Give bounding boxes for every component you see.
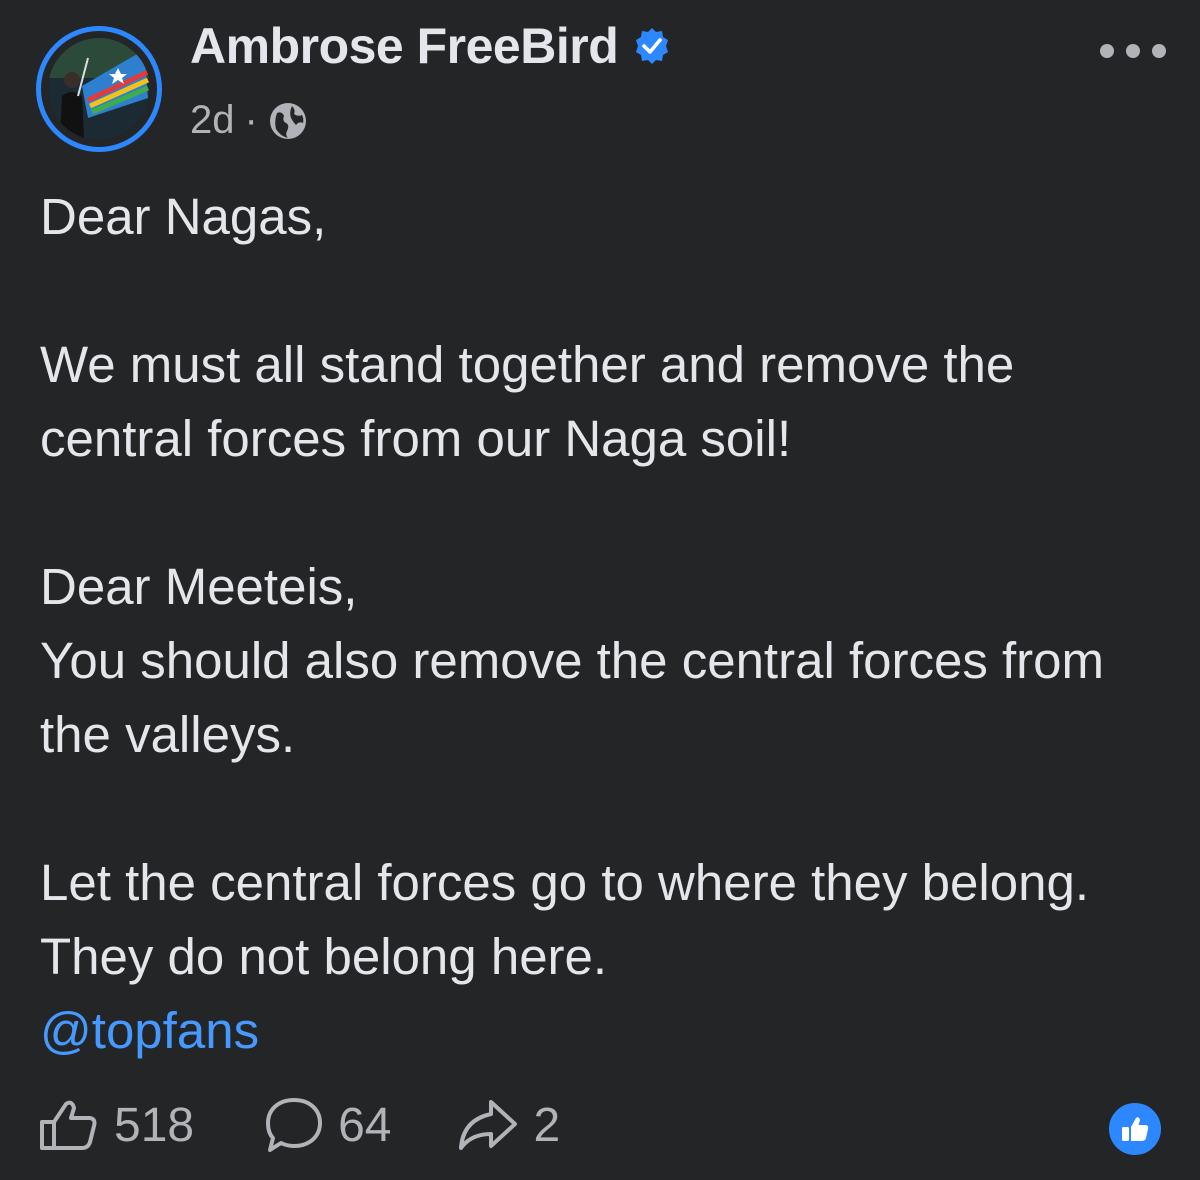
author-row: Ambrose FreeBird xyxy=(190,16,672,76)
closing-message: Let the central forces go to where they … xyxy=(40,854,1089,985)
more-options-icon[interactable] xyxy=(1100,36,1166,66)
avatar[interactable] xyxy=(36,26,162,152)
post-time[interactable]: 2d xyxy=(190,98,235,143)
more-dot xyxy=(1126,44,1140,58)
comment-button[interactable]: 64 xyxy=(264,1096,391,1154)
profile-photo xyxy=(48,38,150,140)
greeting-nagas: Dear Nagas, xyxy=(40,188,327,245)
message-nagas: We must all stand together and remove th… xyxy=(40,336,1015,467)
thumbs-up-icon xyxy=(40,1100,97,1150)
meta-separator: · xyxy=(244,98,258,142)
post-meta: 2d · xyxy=(190,98,308,143)
share-button[interactable]: 2 xyxy=(457,1098,560,1153)
more-dot xyxy=(1152,44,1166,58)
greeting-meeteis: Dear Meeteis, xyxy=(40,558,358,615)
like-button[interactable]: 518 xyxy=(38,1098,194,1153)
comment-icon xyxy=(266,1098,323,1152)
more-dot xyxy=(1100,44,1114,58)
share-icon xyxy=(459,1100,518,1150)
like-reaction-icon[interactable] xyxy=(1106,1100,1164,1158)
share-count: 2 xyxy=(533,1098,561,1152)
facebook-post: Ambrose FreeBird 2d · Dear Nagas, We mus… xyxy=(0,0,1200,1180)
mention-link[interactable]: @topfans xyxy=(40,1002,259,1059)
post-actions: 518 64 2 xyxy=(38,1090,1164,1160)
comment-count: 64 xyxy=(338,1098,392,1152)
thumbs-up-filled-icon xyxy=(1122,1117,1149,1141)
like-count: 518 xyxy=(114,1098,195,1152)
verified-badge-icon xyxy=(636,28,669,64)
post-header: Ambrose FreeBird 2d · xyxy=(36,18,1170,162)
message-meeteis: You should also remove the central force… xyxy=(40,632,1105,763)
author-name[interactable]: Ambrose FreeBird xyxy=(190,17,619,75)
post-body: Dear Nagas, We must all stand together a… xyxy=(40,180,1170,1068)
globe-icon xyxy=(269,102,306,139)
